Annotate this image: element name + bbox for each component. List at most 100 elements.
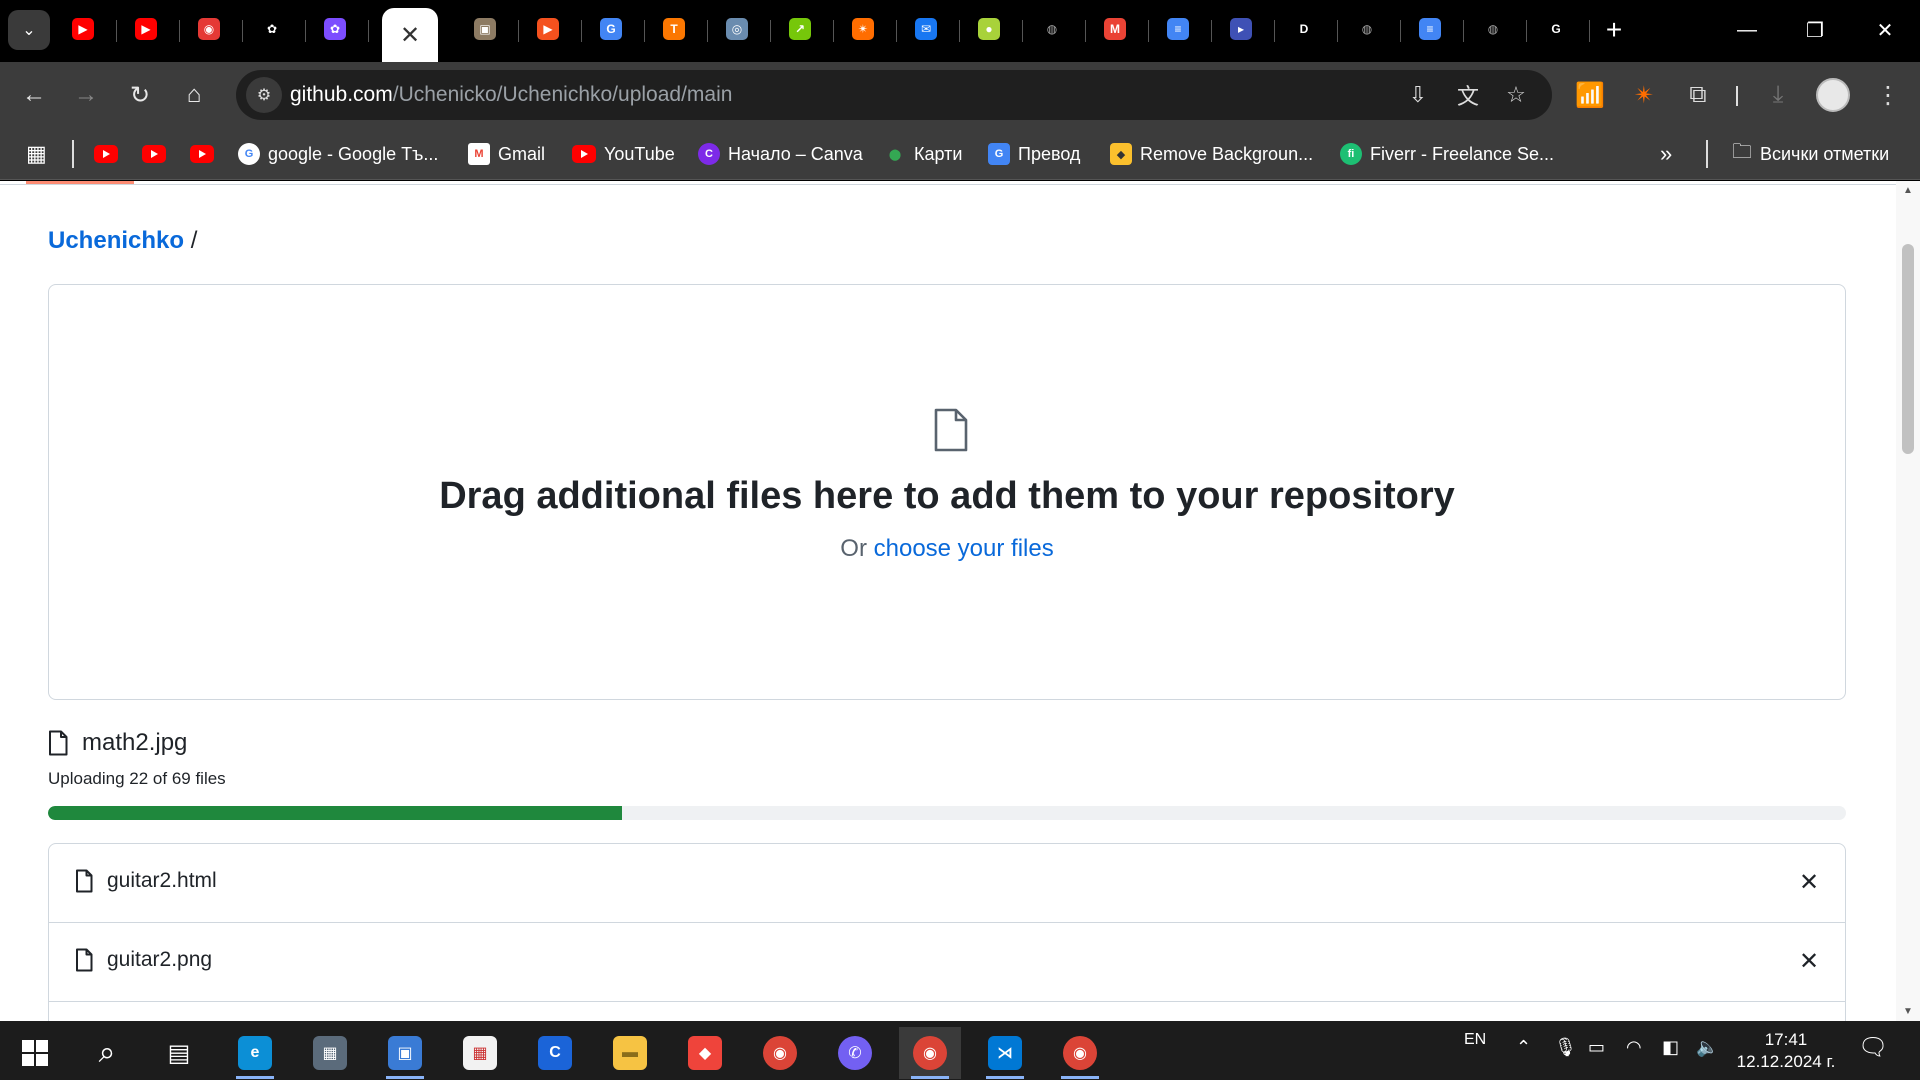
anydesk-taskbar-button[interactable]: ◆	[674, 1027, 736, 1079]
wifi-icon[interactable]: ◠	[1626, 1037, 1642, 1058]
minimize-button[interactable]: —	[1724, 10, 1770, 50]
browser-tab[interactable]: ◎	[722, 14, 752, 44]
tab-search-button[interactable]: ⌄	[8, 10, 50, 50]
bookmark-item[interactable]	[94, 140, 118, 168]
file-explorer-icon: ▬	[613, 1036, 647, 1070]
bookmark-item[interactable]: C Начало – Canva	[698, 140, 863, 168]
microphone-icon[interactable]: 🎙	[1554, 1037, 1577, 1058]
apps-button[interactable]: ▦	[26, 140, 47, 168]
tab-divider	[305, 20, 306, 42]
bookmark-item[interactable]: ⬤ Карти	[884, 140, 963, 168]
start-button[interactable]	[4, 1027, 66, 1079]
search-button[interactable]: ⌕	[76, 1027, 138, 1079]
close-tab-icon[interactable]: ✕	[400, 21, 420, 50]
vscode-taskbar-button[interactable]: ⋊	[974, 1027, 1036, 1079]
bookmark-item[interactable]: fi Fiverr - Freelance Se...	[1340, 140, 1554, 168]
browser-tab[interactable]: ▶	[68, 14, 98, 44]
language-indicator[interactable]: EN	[1464, 1031, 1486, 1049]
all-bookmarks-button[interactable]: 🗀 Всички отметки	[1732, 140, 1889, 168]
file-drop-zone[interactable]: Drag additional files here to add them t…	[48, 284, 1846, 700]
bookmark-item[interactable]	[190, 140, 214, 168]
browser-tab[interactable]: D	[1289, 14, 1319, 44]
browser-tab[interactable]: ▶	[533, 14, 563, 44]
reload-button[interactable]: ↻	[120, 75, 160, 115]
chrome-profile-taskbar-button[interactable]: ◉	[899, 1027, 961, 1079]
bookmark-item[interactable]: YouTube	[572, 140, 675, 168]
address-bar[interactable]: ⚙ github.com/Uchenicko/Uchenichko/upload…	[236, 70, 1552, 120]
extensions-puzzle-icon[interactable]: ⧉	[1682, 79, 1714, 111]
control-panel-taskbar-button[interactable]: ▣	[374, 1027, 436, 1079]
scroll-down-icon[interactable]: ▼	[1901, 1006, 1915, 1017]
install-app-icon[interactable]: ⇩	[1404, 81, 1432, 109]
scroll-up-icon[interactable]: ▲	[1901, 185, 1915, 196]
browser-tab[interactable]: M	[1100, 14, 1130, 44]
browser-tab[interactable]: ↗	[785, 14, 815, 44]
bookmark-star-icon[interactable]: ☆	[1502, 81, 1530, 109]
bookmark-item[interactable]: M Gmail	[468, 140, 545, 168]
bookmark-label: Карти	[914, 143, 963, 164]
bookmark-item[interactable]: Ggoogle - Google Тъ...	[238, 140, 438, 168]
site-info-button[interactable]: ⚙	[246, 77, 282, 113]
menu-kebab-icon[interactable]: ⋮	[1872, 79, 1904, 111]
bookmarks-divider	[1706, 140, 1708, 168]
bookmark-item[interactable]	[142, 140, 166, 168]
profile-avatar[interactable]	[1816, 78, 1850, 112]
browser-tab[interactable]: G	[596, 14, 626, 44]
browser-tab[interactable]: ▶	[131, 14, 161, 44]
chrome-taskbar-button[interactable]: ◉	[749, 1027, 811, 1079]
browser-tab[interactable]: ▸	[1226, 14, 1256, 44]
browser-tab[interactable]: ✿	[257, 14, 287, 44]
forward-button[interactable]: →	[66, 75, 106, 115]
notifications-icon[interactable]: 🗨	[1858, 1033, 1888, 1062]
browser-tab[interactable]: ◍	[1478, 14, 1508, 44]
remove-file-button[interactable]: ✕	[1793, 866, 1825, 898]
download-icon[interactable]: ⤓	[1762, 79, 1794, 111]
scrollbar-thumb[interactable]	[1902, 244, 1914, 454]
calculator-taskbar-button[interactable]: ▦	[299, 1027, 361, 1079]
more-bookmarks-button[interactable]: »	[1660, 140, 1672, 168]
breadcrumb: Uchenichko /	[48, 227, 197, 255]
bookmark-item[interactable]: G Превод	[988, 140, 1080, 168]
remove-file-button[interactable]: ✕	[1793, 945, 1825, 977]
browser-tab[interactable]: G	[1541, 14, 1571, 44]
new-tab-button[interactable]: +	[1598, 14, 1630, 46]
choose-files-link[interactable]: choose your files	[874, 535, 1054, 562]
page-scrollbar[interactable]: ▲ ▼	[1896, 181, 1920, 1021]
browser-tab[interactable]: ✉	[911, 14, 941, 44]
active-tab[interactable]: ✕	[382, 8, 438, 62]
browser-tab[interactable]: ▣	[470, 14, 500, 44]
file-explorer-taskbar-button[interactable]: ▬	[599, 1027, 661, 1079]
chatgpt-icon: ✿	[266, 22, 278, 36]
home-button[interactable]: ⌂	[174, 75, 214, 115]
clock[interactable]: 17:41 12.12.2024 г.	[1726, 1029, 1846, 1073]
bookmark-item[interactable]: ◆ Remove Backgroun...	[1110, 140, 1313, 168]
close-window-button[interactable]: ✕	[1862, 10, 1908, 50]
browser-tab[interactable]: ◍	[1037, 14, 1067, 44]
translate-icon[interactable]: 文	[1454, 81, 1482, 109]
browser-tab[interactable]: ≡	[1415, 14, 1445, 44]
url-text[interactable]: github.com/Uchenicko/Uchenichko/upload/m…	[290, 83, 732, 107]
browser-tab[interactable]: ●	[974, 14, 1004, 44]
office-tool-taskbar-button[interactable]: ▦	[449, 1027, 511, 1079]
browser-tab[interactable]: ≡	[1163, 14, 1193, 44]
edge-taskbar-button[interactable]: e	[224, 1027, 286, 1079]
chart-extension-icon[interactable]: 📶	[1574, 79, 1606, 111]
restore-button[interactable]: ❐	[1792, 10, 1838, 50]
breadcrumb-repo-link[interactable]: Uchenichko	[48, 227, 184, 254]
browser-tab[interactable]: ✿	[320, 14, 350, 44]
show-hidden-icons-icon[interactable]: ⌃	[1516, 1037, 1531, 1058]
canva-desktop-taskbar-button[interactable]: C	[524, 1027, 586, 1079]
browser-tab[interactable]: ◍	[1352, 14, 1382, 44]
browser-tab[interactable]: T	[659, 14, 689, 44]
back-button[interactable]: ←	[14, 75, 54, 115]
meet-now-icon[interactable]: ◧	[1662, 1037, 1679, 1058]
browser-tab[interactable]: ◉	[194, 14, 224, 44]
spark-extension-icon[interactable]: ✴	[1628, 79, 1660, 111]
battery-icon[interactable]: ▭	[1588, 1037, 1605, 1058]
viber-taskbar-button[interactable]: ✆	[824, 1027, 886, 1079]
arrow-right-icon: →	[74, 81, 98, 108]
task-view-button[interactable]: ▤	[148, 1027, 210, 1079]
chrome-profile-taskbar-button[interactable]: ◉	[1049, 1027, 1111, 1079]
browser-tab[interactable]: ✴	[848, 14, 878, 44]
volume-icon[interactable]: 🔈	[1696, 1037, 1718, 1058]
